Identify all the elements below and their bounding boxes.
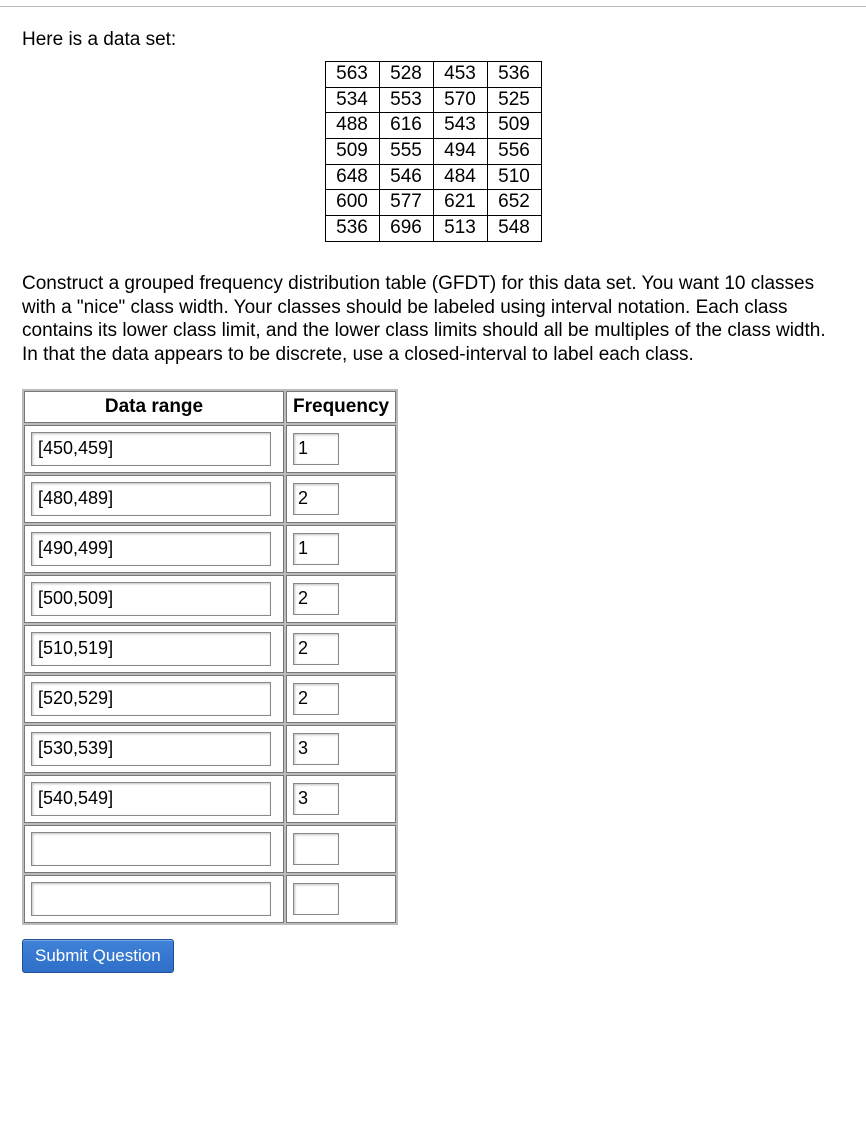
frequency-input[interactable] — [293, 883, 339, 915]
frequency-input[interactable] — [293, 783, 339, 815]
data-range-input[interactable] — [31, 832, 271, 866]
gfdt-row — [24, 675, 396, 723]
data-cell: 616 — [379, 113, 433, 139]
data-range-input[interactable] — [31, 682, 271, 716]
gfdt-row — [24, 525, 396, 573]
data-cell: 652 — [487, 190, 541, 216]
data-cell: 484 — [433, 164, 487, 190]
range-cell — [24, 825, 284, 873]
instructions-text: Construct a grouped frequency distributi… — [22, 272, 844, 367]
frequency-cell — [286, 475, 396, 523]
gfdt-row — [24, 425, 396, 473]
range-cell — [24, 575, 284, 623]
data-row: 600577621652 — [325, 190, 541, 216]
gfdt-row — [24, 625, 396, 673]
gfdt-row — [24, 725, 396, 773]
data-range-input[interactable] — [31, 632, 271, 666]
data-row: 648546484510 — [325, 164, 541, 190]
data-range-input[interactable] — [31, 732, 271, 766]
data-cell: 696 — [379, 216, 433, 242]
data-cell: 546 — [379, 164, 433, 190]
header-frequency: Frequency — [286, 391, 396, 423]
range-cell — [24, 875, 284, 923]
range-cell — [24, 475, 284, 523]
data-row: 488616543509 — [325, 113, 541, 139]
gfdt-row — [24, 825, 396, 873]
data-cell: 510 — [487, 164, 541, 190]
data-cell: 600 — [325, 190, 379, 216]
header-data-range: Data range — [24, 391, 284, 423]
frequency-cell — [286, 525, 396, 573]
data-cell: 513 — [433, 216, 487, 242]
frequency-input[interactable] — [293, 833, 339, 865]
data-cell: 488 — [325, 113, 379, 139]
frequency-cell — [286, 425, 396, 473]
frequency-cell — [286, 725, 396, 773]
data-cell: 648 — [325, 164, 379, 190]
data-range-input[interactable] — [31, 532, 271, 566]
range-cell — [24, 775, 284, 823]
frequency-input[interactable] — [293, 733, 339, 765]
data-cell: 577 — [379, 190, 433, 216]
data-cell: 509 — [325, 139, 379, 165]
data-cell: 556 — [487, 139, 541, 165]
gfdt-row — [24, 475, 396, 523]
data-cell: 621 — [433, 190, 487, 216]
range-cell — [24, 675, 284, 723]
frequency-cell — [286, 675, 396, 723]
data-row: 536696513548 — [325, 216, 541, 242]
data-row: 534553570525 — [325, 87, 541, 113]
data-cell: 553 — [379, 87, 433, 113]
data-range-input[interactable] — [31, 582, 271, 616]
frequency-cell — [286, 875, 396, 923]
data-cell: 563 — [325, 62, 379, 88]
data-cell: 453 — [433, 62, 487, 88]
data-cell: 528 — [379, 62, 433, 88]
data-cell: 548 — [487, 216, 541, 242]
intro-text: Here is a data set: — [22, 29, 844, 51]
gfdt-table: Data range Frequency — [22, 389, 398, 925]
frequency-cell — [286, 625, 396, 673]
range-cell — [24, 425, 284, 473]
frequency-input[interactable] — [293, 633, 339, 665]
data-cell: 494 — [433, 139, 487, 165]
gfdt-row — [24, 775, 396, 823]
data-cell: 543 — [433, 113, 487, 139]
data-cell: 536 — [325, 216, 379, 242]
range-cell — [24, 725, 284, 773]
data-set-table: 5635284535365345535705254886165435095095… — [325, 61, 542, 242]
data-range-input[interactable] — [31, 782, 271, 816]
data-range-input[interactable] — [31, 482, 271, 516]
frequency-input[interactable] — [293, 433, 339, 465]
data-cell: 525 — [487, 87, 541, 113]
frequency-cell — [286, 775, 396, 823]
frequency-cell — [286, 575, 396, 623]
data-row: 509555494556 — [325, 139, 541, 165]
data-range-input[interactable] — [31, 432, 271, 466]
frequency-input[interactable] — [293, 683, 339, 715]
range-cell — [24, 625, 284, 673]
frequency-input[interactable] — [293, 583, 339, 615]
data-row: 563528453536 — [325, 62, 541, 88]
data-cell: 555 — [379, 139, 433, 165]
gfdt-row — [24, 575, 396, 623]
data-cell: 536 — [487, 62, 541, 88]
frequency-input[interactable] — [293, 533, 339, 565]
data-range-input[interactable] — [31, 882, 271, 916]
frequency-cell — [286, 825, 396, 873]
data-cell: 534 — [325, 87, 379, 113]
gfdt-row — [24, 875, 396, 923]
data-cell: 570 — [433, 87, 487, 113]
submit-button[interactable]: Submit Question — [22, 939, 174, 973]
data-cell: 509 — [487, 113, 541, 139]
frequency-input[interactable] — [293, 483, 339, 515]
range-cell — [24, 525, 284, 573]
